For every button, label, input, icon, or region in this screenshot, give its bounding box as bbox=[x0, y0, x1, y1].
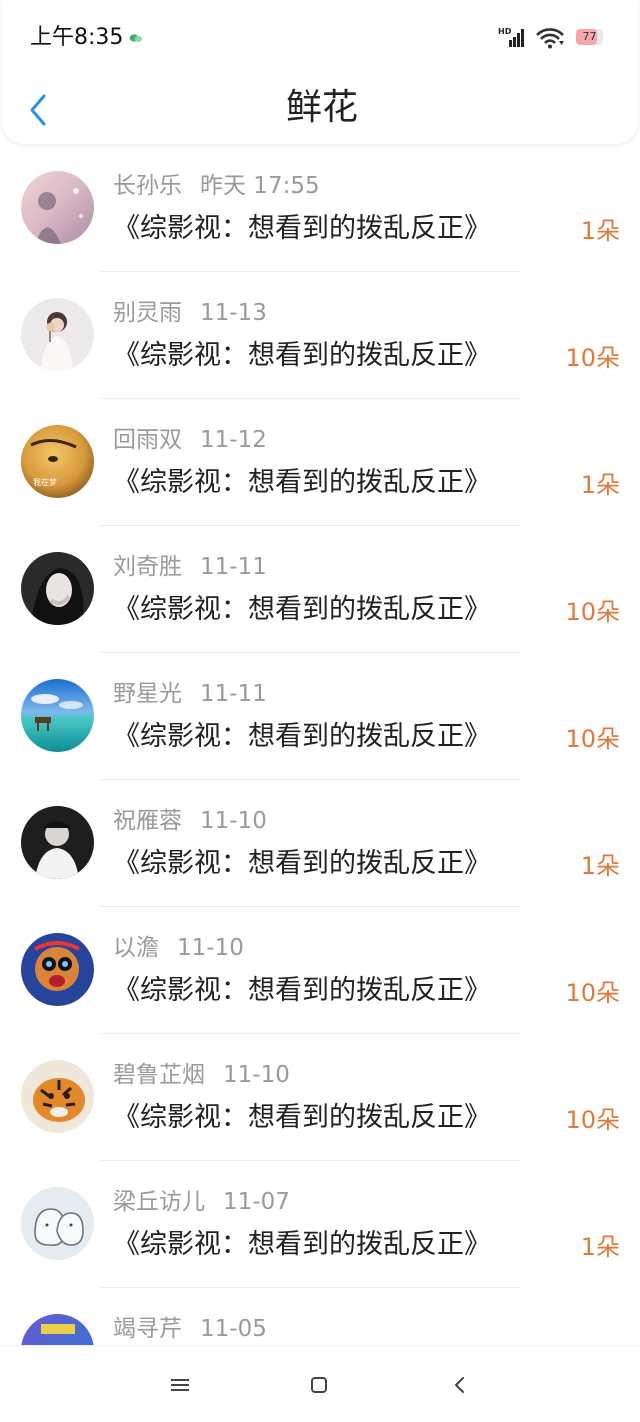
avatar[interactable] bbox=[21, 1314, 94, 1345]
sender-name: 别灵雨 bbox=[113, 300, 182, 326]
sent-time: 11-10 bbox=[223, 1062, 290, 1088]
sent-time: 11-10 bbox=[200, 808, 267, 834]
sender-name: 刘奇胜 bbox=[113, 554, 182, 580]
flower-count: 10朵 bbox=[565, 344, 620, 372]
sender-line: 以澹 11-10 bbox=[113, 933, 244, 963]
avatar-tiger-icon bbox=[21, 1060, 94, 1133]
flower-count: 1朵 bbox=[580, 471, 620, 499]
list-item[interactable]: 梁丘访儿 11-07 《综影视：想看到的拨乱反正》 1朵 bbox=[0, 1161, 640, 1288]
signal-icon: HD bbox=[498, 27, 524, 47]
menu-icon[interactable] bbox=[168, 1374, 192, 1396]
list-item[interactable]: 长孙乐 昨天 17:55 《综影视：想看到的拨乱反正》 1朵 bbox=[0, 145, 640, 272]
book-title[interactable]: 《综影视：想看到的拨乱反正》 bbox=[113, 719, 491, 755]
wechat-notification-icon bbox=[129, 34, 143, 42]
avatar[interactable] bbox=[21, 171, 94, 244]
avatar-purple-icon bbox=[21, 1314, 94, 1345]
sent-time: 11-13 bbox=[200, 300, 267, 326]
avatar-cartoon-icon bbox=[21, 933, 94, 1006]
flower-count: 10朵 bbox=[565, 598, 620, 626]
sent-time: 11-11 bbox=[200, 681, 267, 707]
page-title: 鲜花 bbox=[285, 87, 358, 128]
list-item[interactable]: 刘奇胜 11-11 《综影视：想看到的拨乱反正》 10朵 bbox=[0, 526, 640, 653]
flower-count: 1朵 bbox=[580, 1233, 620, 1261]
book-title[interactable]: 《综影视：想看到的拨乱反正》 bbox=[113, 1100, 491, 1136]
avatar-face-icon: 我在梦 bbox=[21, 425, 94, 498]
sender-name: 野星光 bbox=[113, 681, 182, 707]
top-header: 上午8:35 HD 77 鲜花 bbox=[2, 0, 638, 144]
avatar-sea-icon bbox=[21, 679, 94, 752]
avatar[interactable] bbox=[21, 933, 94, 1006]
sender-line: 梁丘访儿 11-07 bbox=[113, 1187, 290, 1217]
sender-line: 回雨双 11-12 bbox=[113, 425, 267, 455]
status-time: 上午8:35 bbox=[30, 25, 124, 50]
list-item[interactable]: 野星光 11-11 《综影视：想看到的拨乱反正》 10朵 bbox=[0, 653, 640, 780]
list-item[interactable]: 以澹 11-10 《综影视：想看到的拨乱反正》 10朵 bbox=[0, 907, 640, 1034]
sender-line: 祝雁蓉 11-10 bbox=[113, 806, 267, 836]
sent-time: 11-12 bbox=[200, 427, 267, 453]
home-square-icon[interactable] bbox=[307, 1374, 331, 1396]
flower-list[interactable]: 长孙乐 昨天 17:55 《综影视：想看到的拨乱反正》 1朵 别灵雨 11-13 《综影视：… bbox=[0, 145, 640, 1345]
book-title[interactable]: 《综影视：想看到的拨乱反正》 bbox=[113, 1227, 491, 1263]
flower-count: 10朵 bbox=[565, 979, 620, 1007]
svg-text:HD: HD bbox=[498, 27, 512, 36]
avatar[interactable] bbox=[21, 679, 94, 752]
list-item[interactable]: 我在梦 回雨双 11-12 《综影视：想看到的拨乱反正》 1朵 bbox=[0, 399, 640, 526]
list-item[interactable]: 竭寻芹 11-05 bbox=[0, 1288, 640, 1345]
book-title[interactable]: 《综影视：想看到的拨乱反正》 bbox=[113, 592, 491, 628]
avatar[interactable] bbox=[21, 1187, 94, 1260]
battery-indicator: 77 bbox=[576, 29, 606, 45]
book-title[interactable]: 《综影视：想看到的拨乱反正》 bbox=[113, 973, 491, 1009]
flower-count: 1朵 bbox=[580, 852, 620, 880]
sender-name: 回雨双 bbox=[113, 427, 182, 453]
sender-name: 竭寻芹 bbox=[113, 1316, 182, 1342]
book-title[interactable]: 《综影视：想看到的拨乱反正》 bbox=[113, 465, 491, 501]
sender-line: 长孙乐 昨天 17:55 bbox=[113, 171, 320, 201]
avatar-sketch-icon bbox=[21, 1187, 94, 1260]
sender-name: 梁丘访儿 bbox=[113, 1189, 205, 1215]
book-title[interactable]: 《综影视：想看到的拨乱反正》 bbox=[113, 211, 491, 247]
book-title[interactable]: 《综影视：想看到的拨乱反正》 bbox=[113, 338, 491, 374]
wifi-icon bbox=[536, 28, 564, 49]
sender-line: 别灵雨 11-13 bbox=[113, 298, 267, 328]
sent-time: 11-05 bbox=[200, 1316, 267, 1342]
avatar-girl-icon bbox=[21, 298, 94, 371]
sent-time: 昨天 17:55 bbox=[200, 173, 320, 199]
avatar[interactable] bbox=[21, 1060, 94, 1133]
battery-level: 77 bbox=[582, 30, 597, 43]
sent-time: 11-10 bbox=[177, 935, 244, 961]
flower-count: 10朵 bbox=[565, 1106, 620, 1134]
avatar-dark-icon bbox=[21, 552, 94, 625]
sent-time: 11-07 bbox=[223, 1189, 290, 1215]
list-item[interactable]: 碧鲁芷烟 11-10 《综影视：想看到的拨乱反正》 10朵 bbox=[0, 1034, 640, 1161]
sender-name: 碧鲁芷烟 bbox=[113, 1062, 205, 1088]
avatar[interactable] bbox=[21, 552, 94, 625]
back-triangle-icon[interactable] bbox=[448, 1374, 472, 1396]
flower-count: 10朵 bbox=[565, 725, 620, 753]
svg-text:我在梦: 我在梦 bbox=[33, 477, 57, 487]
system-nav-bar bbox=[0, 1345, 640, 1422]
avatar-man-icon bbox=[21, 806, 94, 879]
list-item[interactable]: 别灵雨 11-13 《综影视：想看到的拨乱反正》 10朵 bbox=[0, 272, 640, 399]
sender-line: 刘奇胜 11-11 bbox=[113, 552, 267, 582]
sender-line: 竭寻芹 11-05 bbox=[113, 1314, 267, 1344]
flower-count: 1朵 bbox=[580, 217, 620, 245]
sender-line: 野星光 11-11 bbox=[113, 679, 267, 709]
avatar-pink-icon bbox=[21, 171, 94, 244]
avatar[interactable] bbox=[21, 298, 94, 371]
sender-name: 长孙乐 bbox=[113, 173, 182, 199]
sender-name: 祝雁蓉 bbox=[113, 808, 182, 834]
avatar[interactable]: 我在梦 bbox=[21, 425, 94, 498]
book-title[interactable]: 《综影视：想看到的拨乱反正》 bbox=[113, 846, 491, 882]
avatar[interactable] bbox=[21, 806, 94, 879]
sender-line: 碧鲁芷烟 11-10 bbox=[113, 1060, 290, 1090]
sent-time: 11-11 bbox=[200, 554, 267, 580]
list-item[interactable]: 祝雁蓉 11-10 《综影视：想看到的拨乱反正》 1朵 bbox=[0, 780, 640, 907]
sender-name: 以澹 bbox=[113, 935, 159, 961]
